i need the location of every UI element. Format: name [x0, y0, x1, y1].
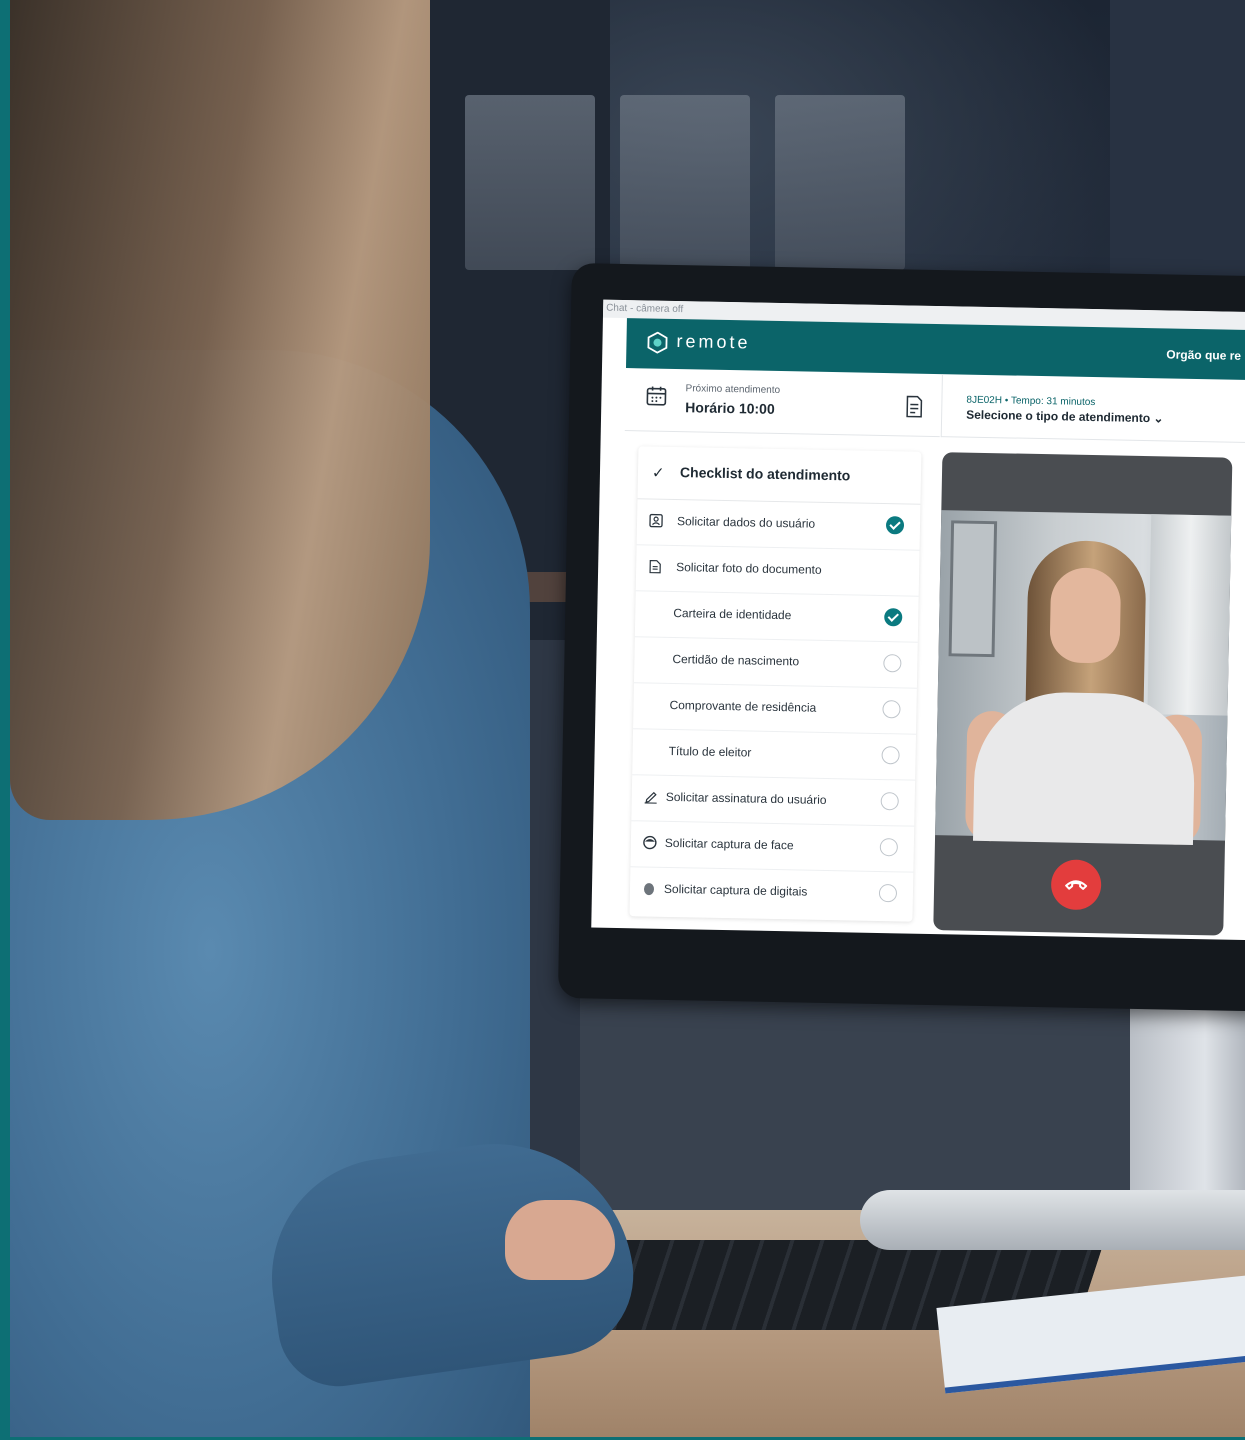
checklist-panel: ✓ Checklist do atendimento Solicitar dad…	[629, 446, 922, 922]
user-card-icon	[649, 513, 663, 528]
checklist-item-label: Solicitar captura de digitais	[663, 881, 808, 899]
calendar-icon	[646, 386, 667, 406]
caller-shirt	[972, 690, 1196, 846]
checklist-item-label: Solicitar foto do documento	[676, 560, 822, 577]
checklist-item-face-capture[interactable]: Solicitar captura de face	[630, 820, 915, 873]
remote-video-feed	[935, 510, 1232, 846]
face-icon	[643, 835, 657, 850]
checklist-item-label: Certidão de nascimento	[672, 652, 800, 669]
session-info: 8JE02H • Tempo: 31 minutos	[966, 394, 1096, 409]
next-appointment-panel: Próximo atendimento Horário 10:00	[624, 368, 941, 438]
end-call-button[interactable]	[1050, 859, 1102, 911]
brand-logo-text: remote	[676, 331, 751, 353]
service-type-dropdown[interactable]: Selecione o tipo de atendimento ⌄	[966, 408, 1164, 426]
checklist-item-fingerprint-capture[interactable]: Solicitar captura de digitais	[630, 866, 914, 917]
checkbox-checked[interactable]	[885, 516, 905, 535]
checklist-subitem-proof-of-residence[interactable]: Comprovante de residência	[633, 682, 917, 735]
monitor-stand	[1130, 985, 1245, 1205]
checklist-item-label: Título de eleitor	[668, 743, 752, 760]
checkbox-unchecked[interactable]	[882, 700, 901, 719]
checklist-subitem-voter-title[interactable]: Título de eleitor	[632, 728, 917, 781]
checkbox-unchecked[interactable]	[883, 654, 902, 673]
phone-hangup-icon	[1065, 880, 1088, 890]
next-appointment-label: Próximo atendimento	[685, 383, 781, 397]
binder	[775, 95, 905, 270]
checklist-subitem-identity-card[interactable]: Carteira de identidade	[634, 590, 919, 643]
checkbox-unchecked[interactable]	[881, 746, 900, 765]
checkmark-icon: ✓	[651, 464, 665, 482]
binder	[465, 95, 595, 270]
checklist-header: ✓ Checklist do atendimento	[637, 446, 922, 505]
checkbox-unchecked[interactable]	[880, 792, 899, 811]
checklist-title: Checklist do atendimento	[679, 464, 851, 484]
checklist-item-label: Solicitar captura de face	[664, 835, 794, 853]
app-screen: Chat - câmera off remote Orgão que re Pr…	[591, 299, 1245, 941]
fingerprint-icon	[643, 883, 654, 896]
checklist-item-signature[interactable]: Solicitar assinatura do usuário	[631, 774, 916, 827]
organization-label[interactable]: Orgão que re	[1166, 347, 1241, 362]
checklist-item-label: Solicitar assinatura do usuário	[665, 789, 827, 807]
checklist-item-label: Solicitar dados do usuário	[676, 514, 816, 531]
video-background-curtain	[1147, 514, 1232, 716]
video-background-window	[948, 520, 998, 658]
binder	[620, 95, 750, 270]
checklist-subitem-birth-certificate[interactable]: Certidão de nascimento	[633, 636, 918, 689]
checkbox-unchecked[interactable]	[879, 838, 899, 857]
checkbox-checked[interactable]	[884, 608, 903, 627]
session-panel: 8JE02H • Tempo: 31 minutos Selecione o t…	[940, 374, 1245, 444]
person-hand	[505, 1200, 615, 1280]
pen-icon	[644, 791, 657, 804]
document-list-icon[interactable]	[905, 395, 923, 418]
monitor-stand-base	[860, 1190, 1245, 1250]
checkbox-unchecked[interactable]	[878, 884, 898, 903]
person-hair	[10, 0, 430, 820]
checklist-item-label: Comprovante de residência	[669, 697, 817, 715]
remote-logo-icon	[647, 331, 668, 354]
checklist-item-document-photo[interactable]: Solicitar foto do documento	[635, 544, 920, 597]
caller-face	[1049, 567, 1122, 664]
next-appointment-time: Horário 10:00	[685, 399, 775, 417]
checklist-item-user-data[interactable]: Solicitar dados do usuário	[636, 498, 921, 551]
checklist-item-label: Carteira de identidade	[673, 606, 792, 623]
monitor: Chat - câmera off remote Orgão que re Pr…	[557, 263, 1245, 1012]
video-call-panel	[933, 452, 1233, 936]
document-icon	[649, 559, 661, 574]
